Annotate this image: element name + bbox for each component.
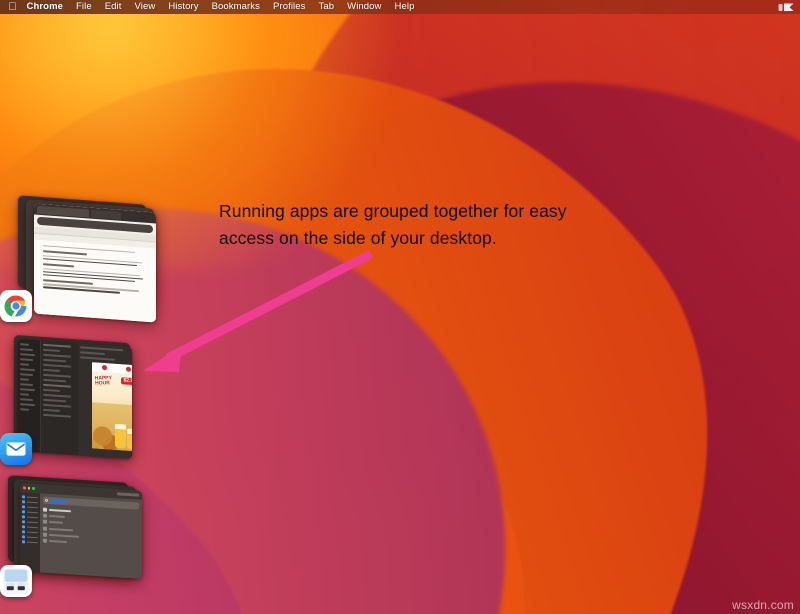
- apple-logo-icon[interactable]: : [7, 1, 18, 14]
- finder-search-query-highlight: [50, 499, 66, 504]
- menu-item-file[interactable]: File: [70, 0, 99, 14]
- menu-item-help[interactable]: Help: [388, 0, 421, 14]
- chrome-tab[interactable]: [91, 209, 121, 219]
- mail-icon[interactable]: [0, 433, 32, 465]
- mail-message-list[interactable]: [40, 341, 78, 456]
- menu-item-bookmarks[interactable]: Bookmarks: [205, 0, 266, 14]
- watermark: wsxdn.com: [732, 598, 794, 612]
- menu-item-history[interactable]: History: [162, 0, 205, 14]
- stage-manager-icon[interactable]: [777, 1, 795, 14]
- menu-item-edit[interactable]: Edit: [98, 0, 128, 14]
- flyer-beer-glass: [127, 429, 132, 450]
- flyer-food-photo: [92, 402, 132, 451]
- mail-message-body: HAPPY HOUR $2.99: [78, 343, 132, 459]
- chrome-tab[interactable]: [37, 205, 89, 217]
- menu-bar:  Chrome File Edit View History Bookmark…: [0, 0, 800, 14]
- finder-window-content: [20, 492, 142, 579]
- annotation-line-1: Running apps are grouped together for ea…: [219, 198, 649, 225]
- menu-item-chrome[interactable]: Chrome: [20, 0, 70, 14]
- finder-window-front[interactable]: [20, 483, 142, 579]
- flyer-price: $2.99: [121, 377, 132, 385]
- flyer-header: [92, 362, 132, 374]
- finder-results-pane: [40, 493, 142, 578]
- stage-manager-strip: HAPPY HOUR $2.99: [0, 190, 170, 614]
- menu-item-profiles[interactable]: Profiles: [267, 0, 312, 14]
- annotation-line-2: access on the side of your desktop.: [219, 225, 649, 252]
- menu-item-window[interactable]: Window: [341, 0, 388, 14]
- gdocs-document-page: [34, 240, 156, 323]
- flyer-title: HAPPY HOUR: [95, 376, 122, 386]
- menu-item-tab[interactable]: Tab: [312, 0, 341, 14]
- mail-window-front[interactable]: HAPPY HOUR $2.99: [18, 339, 132, 459]
- finder-icon[interactable]: [0, 565, 32, 597]
- chrome-window-front[interactable]: [34, 204, 156, 323]
- mail-window-content: HAPPY HOUR $2.99: [18, 339, 132, 459]
- menu-item-view[interactable]: View: [128, 0, 162, 14]
- chrome-icon[interactable]: [0, 290, 32, 322]
- annotation-text: Running apps are grouped together for ea…: [219, 198, 649, 252]
- email-promo-flyer: HAPPY HOUR $2.99: [92, 362, 132, 451]
- flyer-beer-glass: [115, 424, 126, 449]
